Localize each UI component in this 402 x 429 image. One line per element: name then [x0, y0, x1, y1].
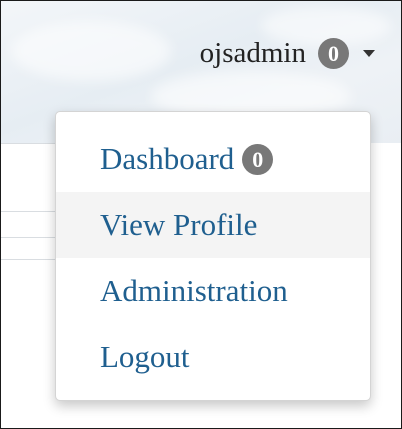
menu-item-label: Logout — [100, 339, 190, 374]
menu-item-label: Dashboard — [100, 141, 235, 176]
user-menu-toggle[interactable]: ojsadmin 0 — [200, 33, 375, 73]
menu-item-view-profile[interactable]: View Profile — [56, 192, 370, 258]
notification-badge: 0 — [318, 37, 349, 69]
divider-line — [1, 259, 61, 260]
cloud-decoration — [11, 21, 171, 81]
screenshot-frame: ojsadmin 0 Dashboard 0 View Profile Admi… — [0, 0, 402, 429]
divider-line — [1, 143, 61, 144]
dashboard-badge: 0 — [242, 143, 274, 175]
menu-item-label: View Profile — [100, 207, 258, 242]
menu-item-label: Administration — [100, 273, 288, 308]
user-dropdown-menu: Dashboard 0 View Profile Administration … — [55, 111, 371, 401]
divider-line — [1, 211, 61, 212]
menu-item-logout[interactable]: Logout — [56, 324, 370, 390]
caret-down-icon — [363, 49, 375, 57]
menu-item-administration[interactable]: Administration — [56, 258, 370, 324]
username-label: ojsadmin — [199, 37, 306, 69]
divider-line — [1, 237, 61, 238]
menu-item-dashboard[interactable]: Dashboard 0 — [56, 126, 370, 192]
